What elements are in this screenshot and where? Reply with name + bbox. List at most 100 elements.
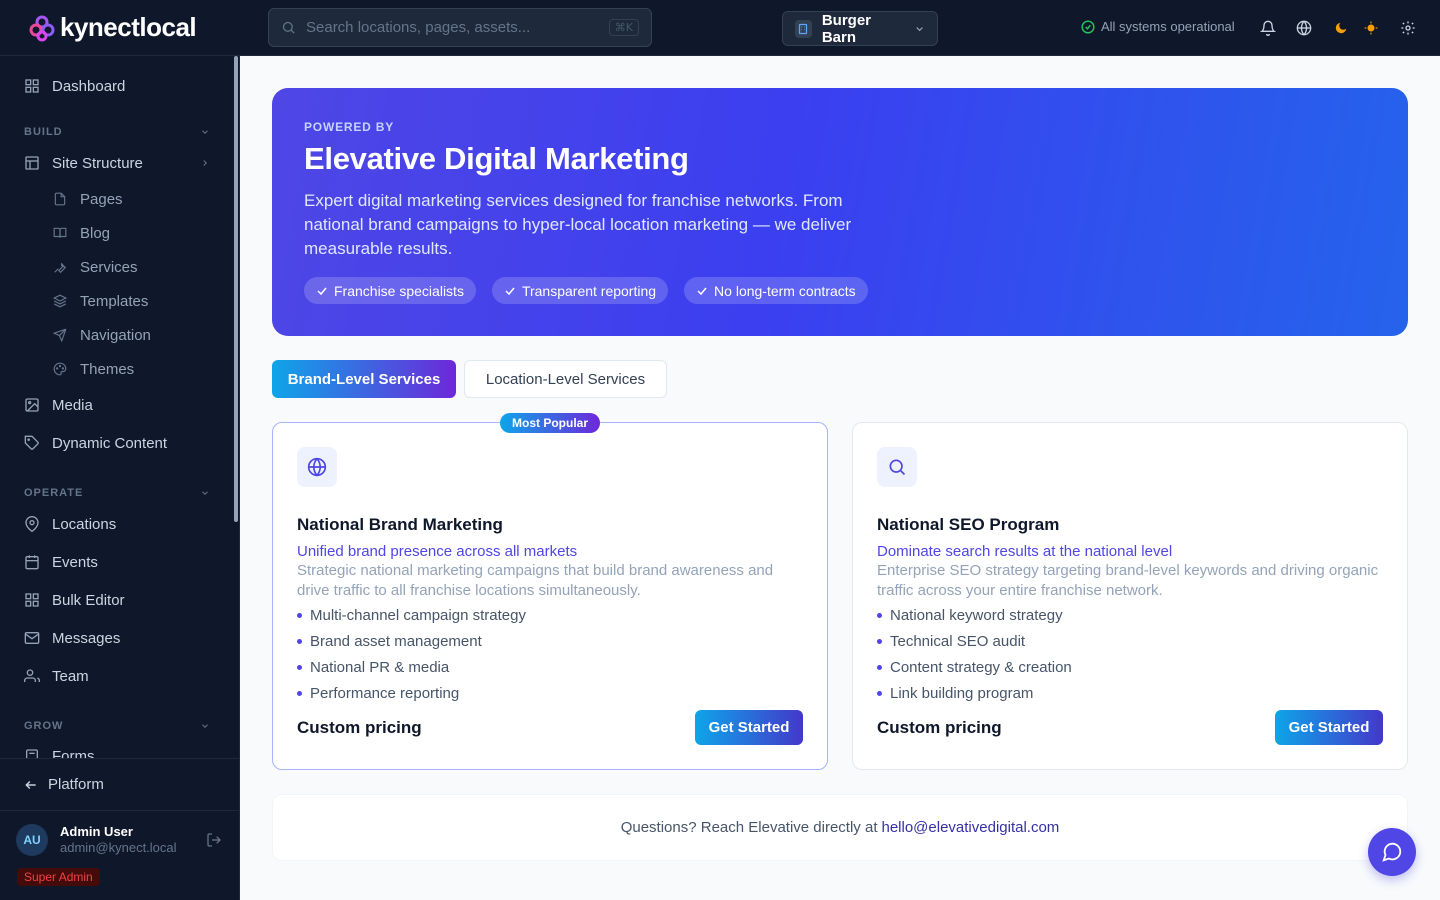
users-icon [24, 668, 40, 684]
search-input[interactable] [306, 19, 609, 36]
list-item: Content strategy & creation [877, 654, 1383, 680]
list-item: Link building program [877, 680, 1383, 706]
sidebar-item-bulk-editor[interactable]: Bulk Editor [24, 588, 125, 612]
sidebar-item-label: Themes [80, 360, 135, 378]
contact-email-link[interactable]: hello@elevativedigital.com [881, 819, 1059, 836]
sidebar-item-locations[interactable]: Locations [24, 512, 116, 536]
section-grow[interactable]: GROW [24, 720, 210, 732]
card-tagline: Dominate search results at the national … [877, 543, 1173, 560]
sidebar-item-label: Templates [80, 292, 149, 310]
bullet-icon [877, 664, 882, 670]
mail-icon [24, 630, 40, 646]
language-button[interactable] [1295, 19, 1313, 37]
feature-text: National PR & media [310, 658, 450, 676]
card-tagline: Unified brand presence across all market… [297, 543, 578, 560]
card-icon-container [297, 447, 337, 487]
sidebar-item-dynamic-content[interactable]: Dynamic Content [24, 431, 167, 455]
sidebar-item-team[interactable]: Team [24, 664, 89, 688]
list-item: Technical SEO audit [877, 628, 1383, 654]
section-operate[interactable]: OPERATE [24, 487, 210, 499]
check-circle-icon [1081, 19, 1095, 34]
sidebar-item-pages[interactable]: Pages [52, 187, 123, 211]
card-footer: Custom pricing Get Started [297, 710, 803, 745]
card-price: Custom pricing [297, 717, 422, 737]
platform-label: Platform [48, 776, 104, 793]
hero-chips: Franchise specialists Transparent report… [304, 277, 1376, 304]
system-status[interactable]: All systems operational [1081, 19, 1235, 34]
logo-mark-icon [29, 15, 55, 41]
card-description: Strategic national marketing campaigns t… [297, 562, 774, 599]
search-shortcut: ⌘K [608, 19, 639, 36]
sidebar-item-services[interactable]: Services [52, 255, 138, 279]
calendar-icon [24, 554, 40, 570]
sidebar-item-media[interactable]: Media [24, 393, 93, 417]
sidebar-item-templates[interactable]: Templates [52, 289, 148, 313]
section-label: GROW [24, 720, 64, 732]
user-email: admin@kynect.local [60, 840, 177, 855]
bell-icon [1260, 20, 1276, 36]
form-icon [24, 748, 40, 758]
get-started-button[interactable]: Get Started [695, 710, 803, 745]
building-icon [795, 19, 812, 38]
sidebar-item-blog[interactable]: Blog [52, 221, 110, 245]
sidebar-scrollbar[interactable] [234, 56, 238, 522]
hero-chip: Transparent reporting [491, 277, 669, 304]
top-bar: kynectlocal ⌘K Burger Barn All systems o… [0, 0, 1440, 56]
hero-chip: Franchise specialists [304, 277, 476, 304]
notifications-button[interactable] [1259, 19, 1277, 37]
settings-button[interactable] [1399, 19, 1417, 37]
search-icon [889, 459, 906, 476]
section-build[interactable]: BUILD [24, 126, 210, 138]
sidebar-item-themes[interactable]: Themes [52, 357, 134, 381]
chip-label: Transparent reporting [521, 282, 657, 299]
feature-list: Multi-channel campaign strategy Brand as… [297, 602, 803, 706]
wrench-icon [52, 259, 68, 275]
sidebar-item-messages[interactable]: Messages [24, 626, 120, 650]
chevron-down-icon [202, 130, 208, 134]
contact-banner: Questions? Reach Elevative directly at h… [272, 794, 1408, 861]
global-search[interactable]: ⌘K [268, 8, 652, 47]
section-label: BUILD [24, 126, 63, 138]
feature-list: National keyword strategy Technical SEO … [877, 602, 1383, 706]
role-badge: Super Admin [17, 868, 100, 886]
dark-mode-button[interactable] [1332, 19, 1350, 37]
card-title: National SEO Program [877, 515, 1060, 534]
book-icon [52, 225, 68, 241]
sidebar-item-site-structure[interactable]: Site Structure [24, 151, 210, 175]
bullet-icon [877, 638, 882, 644]
chip-label: Franchise specialists [334, 282, 464, 299]
sidebar-item-events[interactable]: Events [24, 550, 98, 574]
card-icon-container [877, 447, 917, 487]
sidebar-item-navigation[interactable]: Navigation [52, 323, 151, 347]
brand-name: kynectlocal [60, 12, 197, 42]
sidebar-item-dashboard[interactable]: Dashboard [24, 74, 125, 98]
sidebar-item-label: Blog [80, 224, 111, 242]
avatar[interactable]: AU [16, 824, 48, 856]
list-item: Performance reporting [297, 680, 803, 706]
chat-bubble-icon [1382, 842, 1402, 862]
get-started-button[interactable]: Get Started [1275, 710, 1383, 745]
grid-icon [24, 592, 40, 608]
card-footer: Custom pricing Get Started [877, 710, 1383, 745]
location-switcher[interactable]: Burger Barn [782, 11, 938, 46]
hero-title: Elevative Digital Marketing [304, 141, 689, 176]
search-icon [282, 21, 295, 34]
platform-link[interactable]: Platform [0, 758, 239, 811]
logout-icon[interactable] [206, 832, 222, 848]
list-item: National PR & media [297, 654, 803, 680]
image-icon [24, 397, 40, 413]
service-card-national-seo-program: National SEO Program Dominate search res… [852, 422, 1408, 770]
sidebar-item-label: Messages [52, 629, 121, 647]
list-item: Multi-channel campaign strategy [297, 602, 803, 628]
sidebar-item-forms[interactable]: Forms [24, 744, 95, 758]
brand-logo[interactable]: kynectlocal [28, 12, 197, 43]
hero-chip: No long-term contracts [684, 277, 868, 304]
check-icon [505, 287, 515, 295]
chat-button[interactable] [1368, 828, 1416, 876]
chevron-down-icon [202, 491, 208, 495]
service-card-national-brand-marketing: Most Popular National Brand Marketing Un… [272, 413, 828, 770]
tab-location-level-services[interactable]: Location-Level Services [464, 360, 667, 398]
tab-brand-level-services[interactable]: Brand-Level Services [272, 360, 456, 398]
light-mode-button[interactable] [1362, 19, 1380, 37]
check-icon [697, 287, 707, 295]
